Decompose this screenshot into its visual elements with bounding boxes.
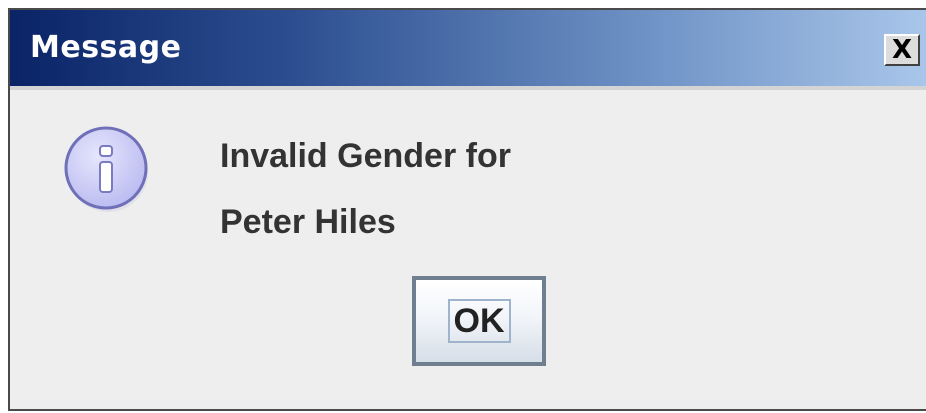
ok-button-label: OK [447,299,511,343]
close-button[interactable]: X [884,34,920,66]
information-icon [64,126,148,212]
message-dialog: Message X Invalid Gender for Peter Hiles… [8,8,926,411]
title-bar[interactable]: Message X [10,10,926,86]
dialog-title: Message [30,30,182,65]
message-line-1: Invalid Gender for [220,137,511,175]
title-separator [10,86,926,90]
ok-button[interactable]: OK [412,276,546,366]
close-icon: X [891,35,913,65]
message-line-2: Peter Hiles [220,203,396,241]
